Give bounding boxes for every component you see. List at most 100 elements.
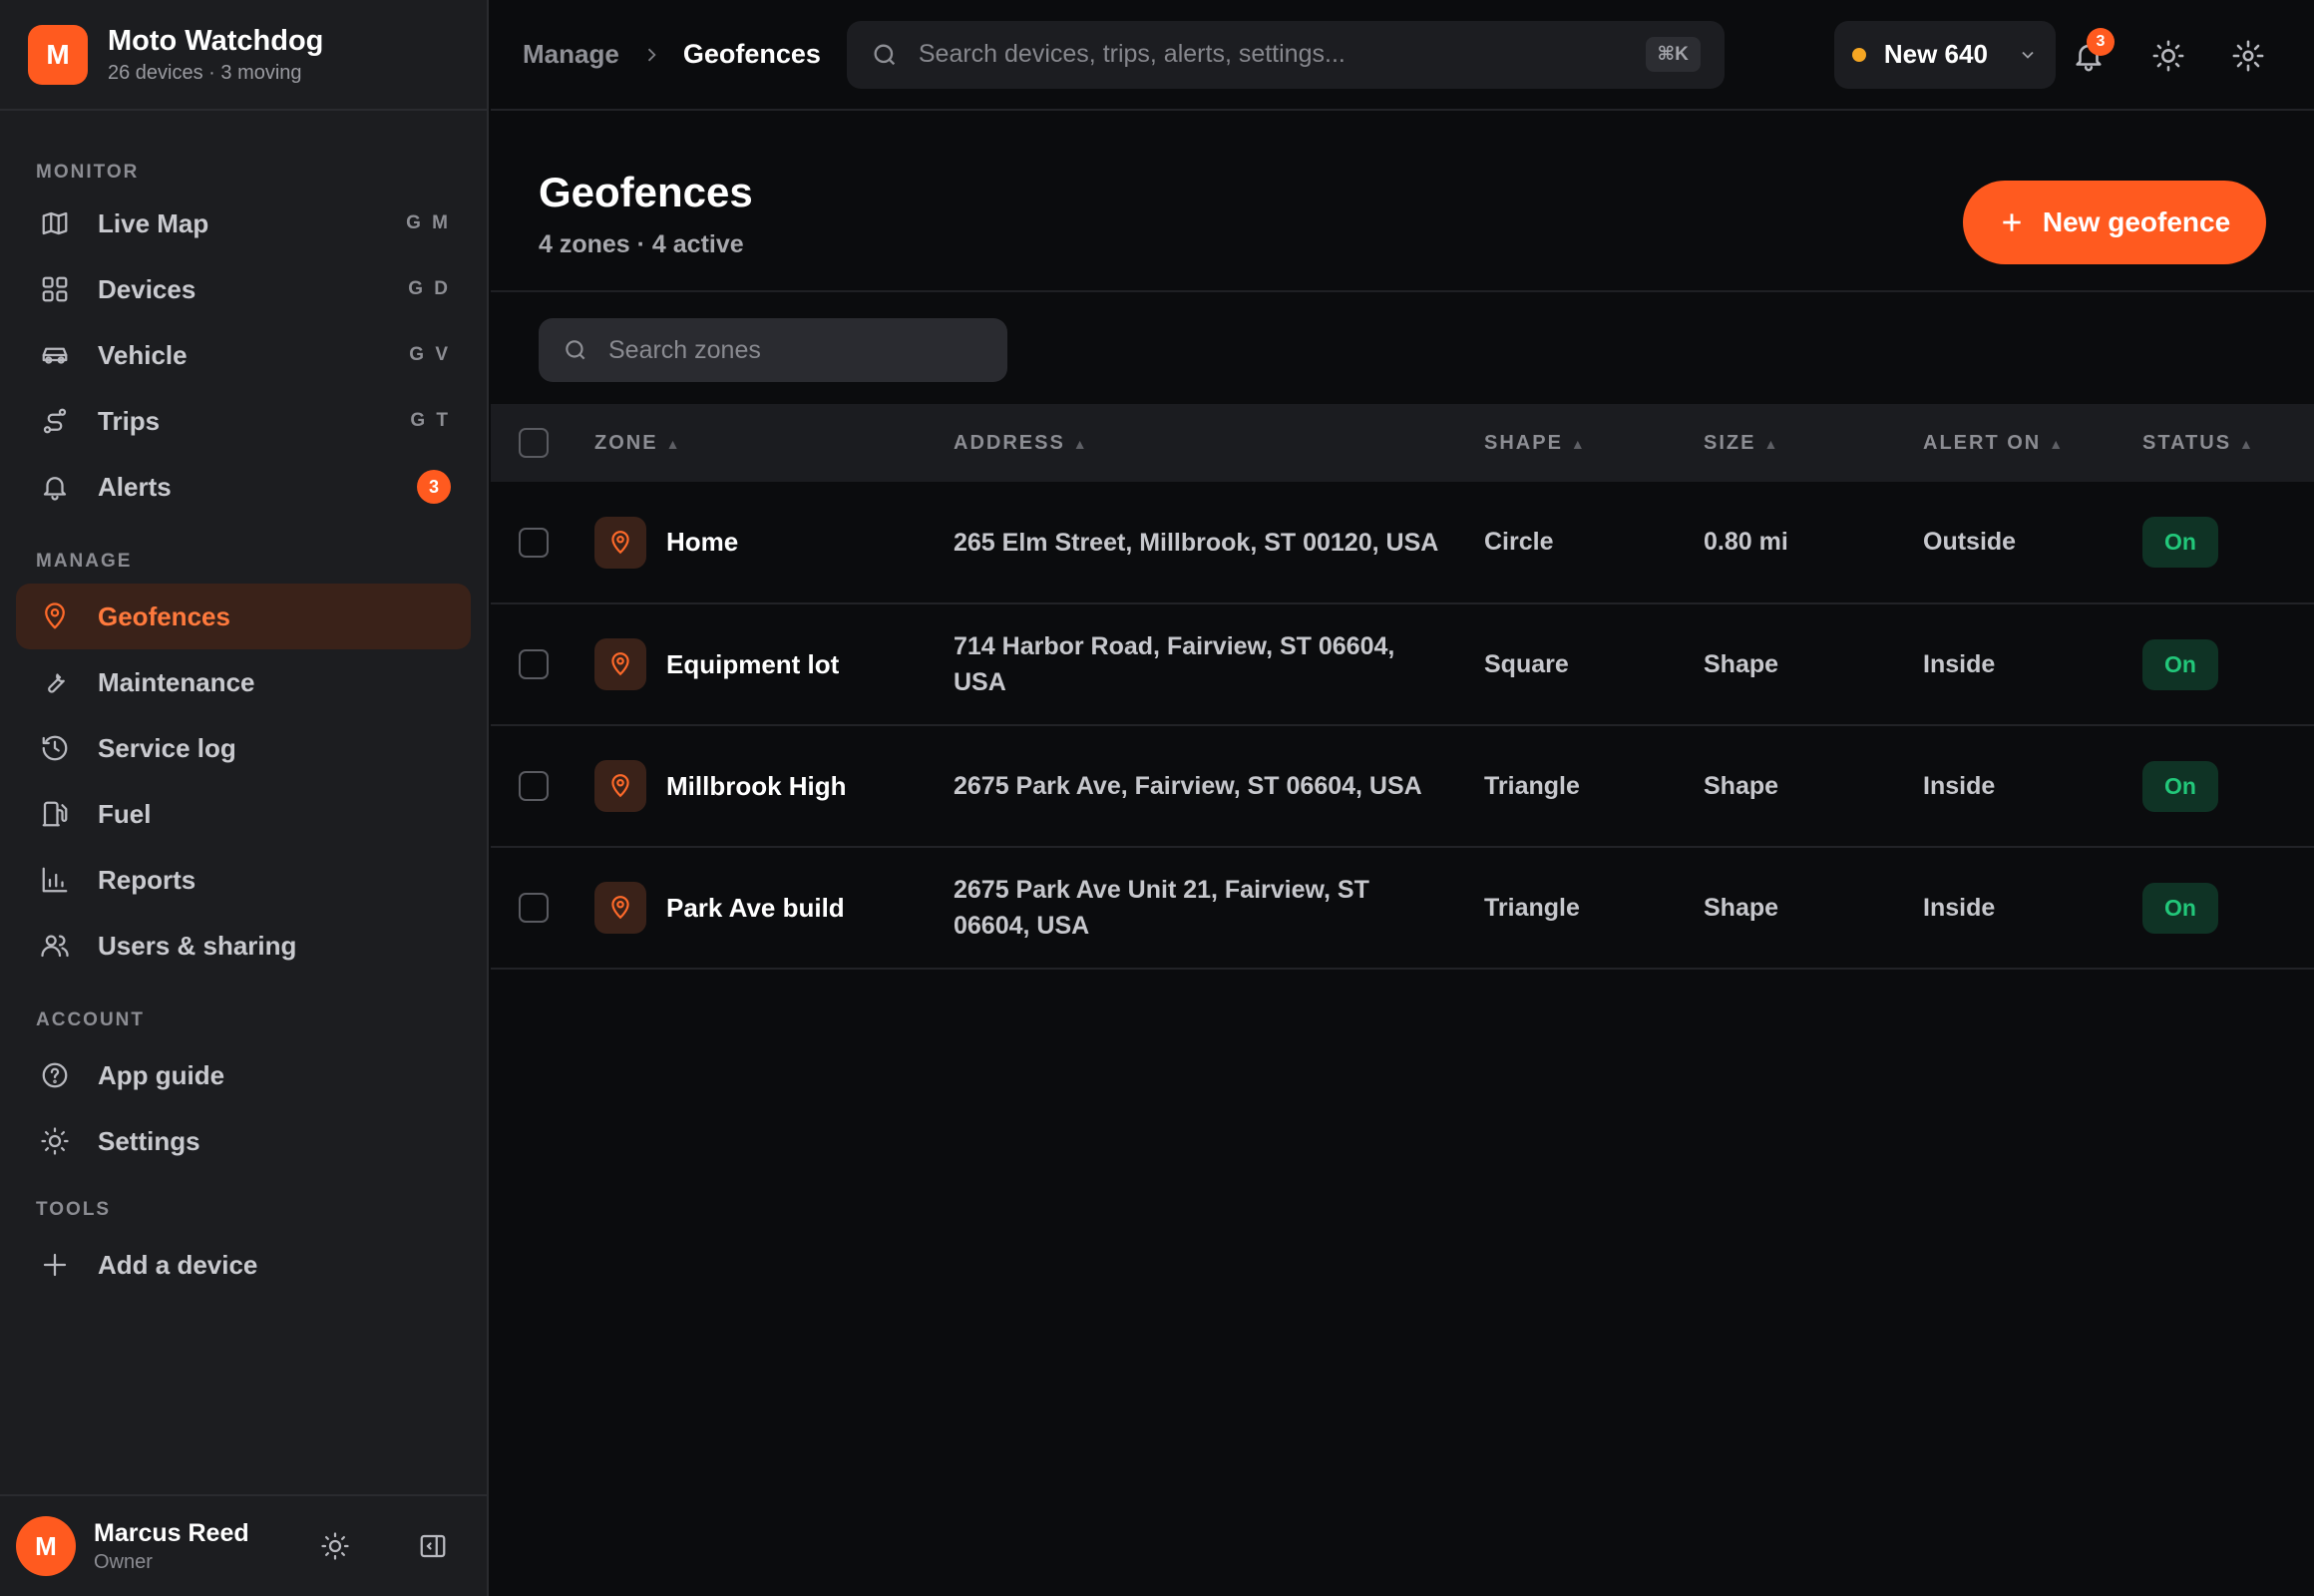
sidebar-item-label: Vehicle xyxy=(98,339,188,370)
zone-shape: Triangle xyxy=(1484,893,1580,922)
sidebar-item-label: App guide xyxy=(98,1059,225,1090)
zone-name[interactable]: Millbrook High xyxy=(666,771,847,802)
sidebar-item-app-guide[interactable]: App guide xyxy=(16,1042,471,1108)
pin-icon xyxy=(594,760,646,812)
avatar[interactable]: M xyxy=(16,1516,76,1576)
sidebar-item-fuel[interactable]: Fuel xyxy=(16,781,471,847)
sidebar-item-label: Settings xyxy=(98,1125,200,1156)
map-icon xyxy=(38,206,72,240)
geofence-table: ZONE ▲ ADDRESS ▲ SHAPE ▲ SIZE ▲ ALERT ON ▲ ST… xyxy=(491,404,2314,970)
shortcut-hint: G V xyxy=(409,344,451,365)
car-icon xyxy=(38,338,72,372)
zone-size: Shape xyxy=(1704,771,1779,800)
chevron-right-icon xyxy=(641,45,661,65)
bell-icon xyxy=(38,470,72,504)
sun-icon xyxy=(2152,40,2184,72)
brand-name: Moto Watchdog xyxy=(108,24,324,57)
sidebar-item-service-log[interactable]: Service log xyxy=(16,715,471,781)
search-icon xyxy=(874,44,896,65)
topbar: Manage Geofences ⌘K New 640 3 xyxy=(491,0,2314,111)
column-header-size[interactable]: SIZE ▲ xyxy=(1704,404,1923,482)
column-header-address[interactable]: ADDRESS ▲ xyxy=(954,404,1484,482)
sidebar: M Moto Watchdog 26 devices · 3 moving MO… xyxy=(0,0,489,1596)
breadcrumb-manage[interactable]: Manage xyxy=(523,39,619,70)
sun-gear-icon xyxy=(38,1124,72,1158)
theme-toggle-button[interactable] xyxy=(311,1522,359,1570)
section-tools: TOOLS xyxy=(36,1199,112,1220)
row-checkbox[interactable] xyxy=(519,893,549,924)
sidebar-item-label: Service log xyxy=(98,732,236,763)
status-badge[interactable]: On xyxy=(2142,517,2218,568)
column-header-zone[interactable]: ZONE ▲ xyxy=(594,404,954,482)
global-search[interactable]: ⌘K xyxy=(846,20,1725,89)
settings-button[interactable] xyxy=(2218,26,2278,86)
sidebar-item-alerts[interactable]: Alerts 3 xyxy=(16,454,471,520)
table-header-row: ZONE ▲ ADDRESS ▲ SHAPE ▲ SIZE ▲ ALERT ON ▲ ST… xyxy=(491,404,2314,482)
sidebar-item-devices[interactable]: Devices G D xyxy=(16,256,471,322)
table-row[interactable]: Home 265 Elm Street, Millbrook, ST 00120… xyxy=(491,482,2314,603)
column-header-shape[interactable]: SHAPE ▲ xyxy=(1484,404,1704,482)
sidebar-item-label: Devices xyxy=(98,273,196,304)
sidebar-item-label: Maintenance xyxy=(98,666,255,697)
table-row[interactable]: Equipment lot 714 Harbor Road, Fairview,… xyxy=(491,603,2314,725)
column-header-alert-on[interactable]: ALERT ON ▲ xyxy=(1923,404,2142,482)
zone-name[interactable]: Home xyxy=(666,527,738,558)
brand-subtitle: 26 devices · 3 moving xyxy=(108,61,302,84)
sidebar-item-geofences[interactable]: Geofences xyxy=(16,584,471,649)
sidebar-item-label: Reports xyxy=(98,864,196,895)
section-account: ACCOUNT xyxy=(36,1009,145,1030)
device-selector[interactable]: New 640 xyxy=(1833,20,2056,89)
row-checkbox[interactable] xyxy=(519,649,549,680)
gear-icon xyxy=(2232,40,2264,72)
plus-icon xyxy=(2003,213,2021,231)
sidebar-item-add-device[interactable]: Add a device xyxy=(16,1232,471,1298)
zone-address: 2675 Park Ave, Fairview, ST 06604, USA xyxy=(954,772,1422,800)
zone-search[interactable] xyxy=(539,318,1007,382)
device-status-dot xyxy=(1851,47,1866,62)
sidebar-item-settings[interactable]: Settings xyxy=(16,1108,471,1174)
shortcut-hint: G D xyxy=(408,278,451,299)
collapse-sidebar-button[interactable] xyxy=(409,1522,457,1570)
select-all-checkbox[interactable] xyxy=(519,428,549,458)
main-content: Geofences 4 zones · 4 active New geofenc… xyxy=(491,113,2314,1596)
zone-address: 265 Elm Street, Millbrook, ST 00120, USA xyxy=(954,528,1439,557)
table-row[interactable]: Millbrook High 2675 Park Ave, Fairview, … xyxy=(491,725,2314,847)
zone-alert-on: Outside xyxy=(1923,528,2017,556)
sidebar-item-vehicle[interactable]: Vehicle G V xyxy=(16,322,471,388)
sidebar-item-users-sharing[interactable]: Users & sharing xyxy=(16,913,471,979)
sidebar-item-trips[interactable]: Trips G T xyxy=(16,388,471,454)
search-icon xyxy=(566,340,585,360)
sun-icon xyxy=(321,1532,349,1560)
fuel-icon xyxy=(38,797,72,831)
row-checkbox[interactable] xyxy=(519,527,549,558)
sidebar-item-reports[interactable]: Reports xyxy=(16,847,471,913)
status-badge[interactable]: On xyxy=(2142,760,2218,812)
row-checkbox[interactable] xyxy=(519,771,549,802)
section-manage: MANAGE xyxy=(36,551,133,572)
pin-icon xyxy=(594,516,646,569)
zone-name[interactable]: Equipment lot xyxy=(666,649,839,680)
brand[interactable]: M Moto Watchdog 26 devices · 3 moving xyxy=(0,0,487,111)
grid-icon xyxy=(38,272,72,306)
sidebar-item-maintenance[interactable]: Maintenance xyxy=(16,649,471,715)
zone-address: 2675 Park Ave Unit 21, Fairview, ST 0660… xyxy=(954,876,1369,940)
sidebar-item-live-map[interactable]: Live Map G M xyxy=(16,191,471,256)
page-title: Geofences xyxy=(539,169,753,215)
panel-collapse-icon xyxy=(420,1534,446,1558)
zone-name[interactable]: Park Ave build xyxy=(666,893,845,924)
user-name: Marcus Reed xyxy=(94,1518,249,1547)
column-header-status[interactable]: STATUS ▲ xyxy=(2142,404,2314,482)
sidebar-item-label: Geofences xyxy=(98,600,230,631)
zone-search-input[interactable] xyxy=(608,335,983,365)
status-badge[interactable]: On xyxy=(2142,638,2218,690)
global-search-input[interactable] xyxy=(918,40,1646,69)
status-badge[interactable]: On xyxy=(2142,882,2218,934)
zone-address: 714 Harbor Road, Fairview, ST 06604, USA xyxy=(954,632,1395,696)
sidebar-item-label: Fuel xyxy=(98,798,152,829)
theme-button[interactable] xyxy=(2138,26,2198,86)
filter-bar xyxy=(491,292,2314,404)
table-row[interactable]: Park Ave build 2675 Park Ave Unit 21, Fa… xyxy=(491,847,2314,969)
new-geofence-button[interactable]: New geofence xyxy=(1963,181,2266,264)
sidebar-item-label: Users & sharing xyxy=(98,930,297,961)
notifications-button[interactable]: 3 xyxy=(2059,26,2119,86)
